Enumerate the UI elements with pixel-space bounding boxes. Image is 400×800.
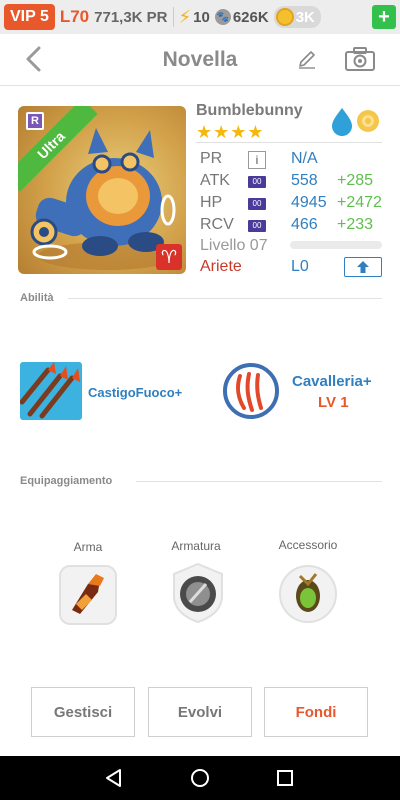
nav-home-icon[interactable] xyxy=(189,767,211,789)
info-icon[interactable]: i xyxy=(248,151,266,169)
nav-recents-icon[interactable] xyxy=(274,767,296,789)
coin-value: 3K xyxy=(295,8,315,26)
aries-sign-icon: ♈ xyxy=(156,244,182,270)
stat-bonus-atk: +285 xyxy=(337,172,374,189)
coin-counter[interactable]: 3K xyxy=(273,6,321,28)
weapon-slot[interactable] xyxy=(58,564,118,626)
water-element-icon xyxy=(332,108,352,136)
zodiac-level: L0 xyxy=(291,258,309,275)
hero-level: Livello 07 xyxy=(200,237,268,254)
system-navigation-bar xyxy=(0,756,400,800)
armor-slot[interactable] xyxy=(168,562,228,624)
divider xyxy=(136,481,382,482)
equip-label-accessory: Accessorio xyxy=(278,538,338,552)
level-progress-bar xyxy=(290,241,382,249)
divider xyxy=(172,7,174,27)
rarity-badge-letter: R xyxy=(31,115,39,127)
divider xyxy=(68,298,382,299)
stat-label-rcv: RCV xyxy=(200,216,234,233)
light-element-icon xyxy=(357,110,379,132)
evolve-button[interactable]: Evolvi xyxy=(148,687,252,737)
abilities-section-title: Abilità xyxy=(20,292,54,304)
equip-label-weapon: Arma xyxy=(73,540,103,554)
skill-name-2: Cavalleria+ xyxy=(292,373,372,390)
camera-icon[interactable] xyxy=(344,46,376,72)
hero-name: Bumblebunny xyxy=(196,102,303,119)
merge-button[interactable]: Fondi xyxy=(264,687,368,737)
stat-value-pr: N/A xyxy=(291,150,318,167)
add-currency-button[interactable]: + xyxy=(372,5,396,29)
paw-counter[interactable]: 🐾 626K xyxy=(214,8,269,26)
accessory-slot[interactable] xyxy=(278,562,338,624)
stat-value-rcv: 466 xyxy=(291,216,318,233)
nav-back-icon[interactable] xyxy=(103,767,125,789)
lightning-icon: ⚡ xyxy=(178,6,192,27)
equipment-section-title: Equipaggiamento xyxy=(20,475,113,487)
arrow-up-icon xyxy=(357,261,369,273)
hero-portrait[interactable]: Ultra R ♈ xyxy=(18,106,186,274)
zodiac-sign: Ariete xyxy=(200,258,242,275)
equip-label-armor: Armatura xyxy=(171,539,221,553)
player-level: L70 xyxy=(59,7,90,26)
hero-stars: ★★★★ xyxy=(196,122,265,142)
pencil-icon[interactable] xyxy=(296,48,318,70)
coin-icon xyxy=(275,8,294,26)
status-bar: VIP 5 L70 771,3K PR ⚡ 10 🐾 626K 3K + xyxy=(0,0,400,34)
fire-arrows-skill-icon[interactable] xyxy=(20,362,82,420)
stat-box-rcv: 00 xyxy=(248,220,266,232)
element-icons xyxy=(332,108,379,136)
stat-box-atk: 00 xyxy=(248,176,266,188)
stat-value-hp: 4945 xyxy=(291,194,327,211)
vip-badge[interactable]: VIP 5 xyxy=(4,4,55,30)
paw-icon: 🐾 xyxy=(214,9,231,25)
page-title: Novella xyxy=(162,48,238,71)
skill-level-2: LV 1 xyxy=(318,394,349,411)
energy-counter[interactable]: ⚡ 10 xyxy=(179,7,210,28)
manage-button[interactable]: Gestisci xyxy=(31,687,135,737)
stat-box-hp: 00 xyxy=(248,198,266,210)
page-header: Novella xyxy=(0,34,400,86)
claw-skill-icon[interactable] xyxy=(222,362,280,420)
stat-bonus-hp: +2472 xyxy=(337,194,382,211)
stat-label-atk: ATK xyxy=(200,172,230,189)
stat-label-pr: PR xyxy=(200,150,223,167)
divider xyxy=(196,142,382,143)
energy-value: 10 xyxy=(193,8,210,26)
upgrade-button[interactable] xyxy=(344,257,382,277)
player-power: 771,3K PR xyxy=(94,8,168,26)
skill-name-1: CastigoFuoco+ xyxy=(88,385,183,400)
stat-label-hp: HP xyxy=(200,194,223,211)
stat-bonus-rcv: +233 xyxy=(337,216,374,233)
stat-value-atk: 558 xyxy=(291,172,318,189)
paw-value: 626K xyxy=(232,8,269,26)
rarity-badge-icon: R xyxy=(26,112,44,130)
